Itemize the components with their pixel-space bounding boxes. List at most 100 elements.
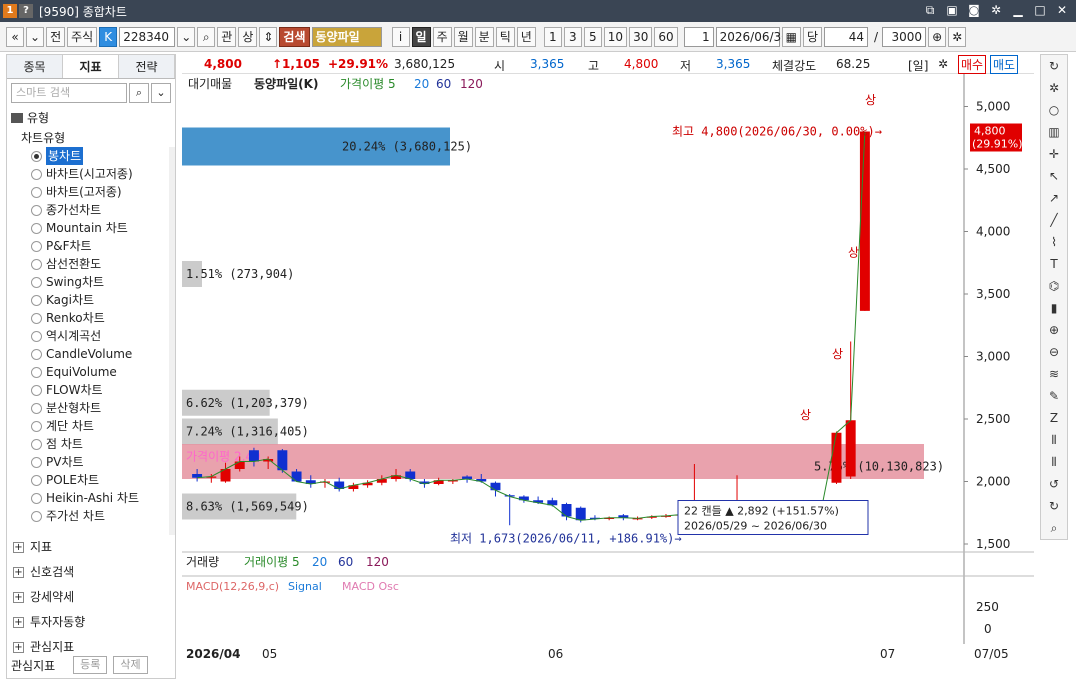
- minimize-button[interactable]: ▁: [1010, 2, 1026, 18]
- list-item[interactable]: 역시계곡선: [7, 327, 169, 345]
- arrow-icon[interactable]: ↖: [1041, 165, 1067, 187]
- frame-tick[interactable]: 틱: [495, 26, 515, 47]
- auto-icon[interactable]: ⌇: [1041, 231, 1067, 253]
- line-icon[interactable]: ╱: [1041, 209, 1067, 231]
- list-item[interactable]: P&F차트: [7, 237, 169, 255]
- frame-day[interactable]: 일: [411, 26, 431, 47]
- arrow-up-icon[interactable]: ↗: [1041, 187, 1067, 209]
- list-item[interactable]: 종가선차트: [7, 201, 169, 219]
- camera-icon[interactable]: ◙: [966, 2, 982, 18]
- k-badge[interactable]: K: [99, 26, 118, 47]
- buy-button[interactable]: 매수: [958, 55, 987, 74]
- radio-icon[interactable]: [31, 294, 42, 306]
- zoom-icon[interactable]: ⊕: [928, 26, 947, 47]
- candle-icon[interactable]: ▮: [1041, 297, 1067, 319]
- search-icon[interactable]: ⌕: [1041, 517, 1067, 539]
- list-item[interactable]: 바차트(고저종): [7, 183, 169, 201]
- list-item[interactable]: 계단 차트: [7, 417, 169, 435]
- radio-icon[interactable]: [31, 474, 42, 486]
- group-strength[interactable]: + 강세약세: [7, 585, 175, 610]
- undo-icon[interactable]: ↺: [1041, 473, 1067, 495]
- radio-icon[interactable]: [31, 492, 42, 504]
- radio-icon[interactable]: [31, 204, 42, 216]
- frame-week[interactable]: 주: [432, 26, 452, 47]
- radio-icon[interactable]: [31, 258, 42, 270]
- zoom-in-icon[interactable]: ⊕: [1041, 319, 1067, 341]
- gear-icon[interactable]: ✲: [938, 57, 948, 71]
- expand-icon[interactable]: +: [13, 567, 24, 578]
- refresh-icon[interactable]: ↻: [1041, 55, 1067, 77]
- count-input[interactable]: 44: [824, 26, 869, 47]
- delete-button[interactable]: 삭제: [113, 656, 148, 674]
- frame-year[interactable]: 년: [516, 26, 536, 47]
- jeon-button[interactable]: 전: [46, 26, 66, 47]
- search-tag[interactable]: 검색: [279, 26, 310, 47]
- calendar-icon[interactable]: ▦: [781, 26, 801, 47]
- gear-icon[interactable]: ✲: [988, 2, 1004, 18]
- period-60[interactable]: 60: [654, 26, 678, 47]
- radio-icon[interactable]: [31, 420, 42, 432]
- list-item[interactable]: Mountain 차트: [7, 219, 169, 237]
- search-icon[interactable]: ⌕: [129, 83, 149, 103]
- fib-icon[interactable]: ≋: [1041, 363, 1067, 385]
- radio-icon[interactable]: [31, 456, 42, 468]
- radio-icon[interactable]: [31, 366, 42, 378]
- radio-icon[interactable]: [31, 186, 42, 198]
- expand-icon[interactable]: +: [13, 592, 24, 603]
- period-30[interactable]: 30: [629, 26, 653, 47]
- save-icon[interactable]: ▣: [944, 2, 960, 18]
- frame-month[interactable]: 월: [453, 26, 473, 47]
- dropdown-button[interactable]: ⌄: [26, 26, 45, 47]
- search-icon[interactable]: ⌕: [197, 26, 216, 47]
- radio-icon[interactable]: [31, 222, 42, 234]
- list-item[interactable]: 봉차트: [7, 147, 169, 165]
- smart-search-input[interactable]: 스마트 검색: [11, 83, 127, 103]
- list-item[interactable]: 바차트(시고저종): [7, 165, 169, 183]
- date-input[interactable]: 2026/06/30: [715, 26, 789, 47]
- tool-icon[interactable]: ✎: [1041, 385, 1067, 407]
- radio-icon[interactable]: [31, 348, 42, 360]
- unit-input[interactable]: 1: [683, 26, 714, 47]
- gwan-button[interactable]: 관: [217, 26, 237, 47]
- list-item[interactable]: Heikin-Ashi 차트: [7, 489, 169, 507]
- radio-icon[interactable]: [31, 168, 42, 180]
- list-item[interactable]: POLE차트: [7, 471, 169, 489]
- circle-icon[interactable]: ○: [1041, 99, 1067, 121]
- dang-button[interactable]: 당: [802, 26, 823, 47]
- list-item[interactable]: 주가선 차트: [7, 507, 169, 525]
- radio-icon[interactable]: [31, 384, 42, 396]
- cross-icon[interactable]: ✛: [1041, 143, 1067, 165]
- list-item[interactable]: 점 차트: [7, 435, 169, 453]
- radio-icon[interactable]: [31, 402, 42, 414]
- tab-stock[interactable]: 종목: [7, 55, 63, 78]
- radio-icon[interactable]: [31, 240, 42, 252]
- pattern-icon[interactable]: ⌬: [1041, 275, 1067, 297]
- maximize-button[interactable]: □: [1032, 2, 1048, 18]
- seung-button[interactable]: 상: [238, 26, 258, 47]
- register-button[interactable]: 등록: [73, 656, 108, 674]
- period-1[interactable]: 1: [543, 26, 562, 47]
- period-5[interactable]: 5: [583, 26, 602, 47]
- text-icon[interactable]: T: [1041, 253, 1067, 275]
- list-item[interactable]: FLOW차트: [7, 381, 169, 399]
- column2-icon[interactable]: ⫴: [1041, 451, 1067, 473]
- radio-icon[interactable]: [31, 330, 42, 342]
- column-icon[interactable]: ⫴: [1041, 429, 1067, 451]
- list-item[interactable]: Swing차트: [7, 273, 169, 291]
- list-item[interactable]: CandleVolume: [7, 345, 169, 363]
- type-header[interactable]: 유형: [27, 107, 49, 129]
- sell-button[interactable]: 매도: [990, 55, 1019, 74]
- period-3[interactable]: 3: [563, 26, 582, 47]
- bar-chart-icon[interactable]: ▥: [1041, 121, 1067, 143]
- info-button[interactable]: i: [391, 26, 410, 47]
- radio-icon[interactable]: [31, 150, 42, 162]
- chevron-down-icon[interactable]: ⌄: [177, 26, 196, 47]
- expand-icon[interactable]: +: [13, 542, 24, 553]
- help-icon[interactable]: ?: [19, 4, 33, 18]
- chart-canvas[interactable]: 대기매물 동양파일(K) 가격이평 5 20 60 120 20.24% (3,680,12…: [182, 74, 1034, 679]
- period-10[interactable]: 10: [603, 26, 628, 47]
- expand-icon[interactable]: +: [13, 642, 24, 653]
- expand-icon[interactable]: +: [13, 617, 24, 628]
- group-indicator[interactable]: + 지표: [7, 535, 175, 560]
- list-item[interactable]: Renko차트: [7, 309, 169, 327]
